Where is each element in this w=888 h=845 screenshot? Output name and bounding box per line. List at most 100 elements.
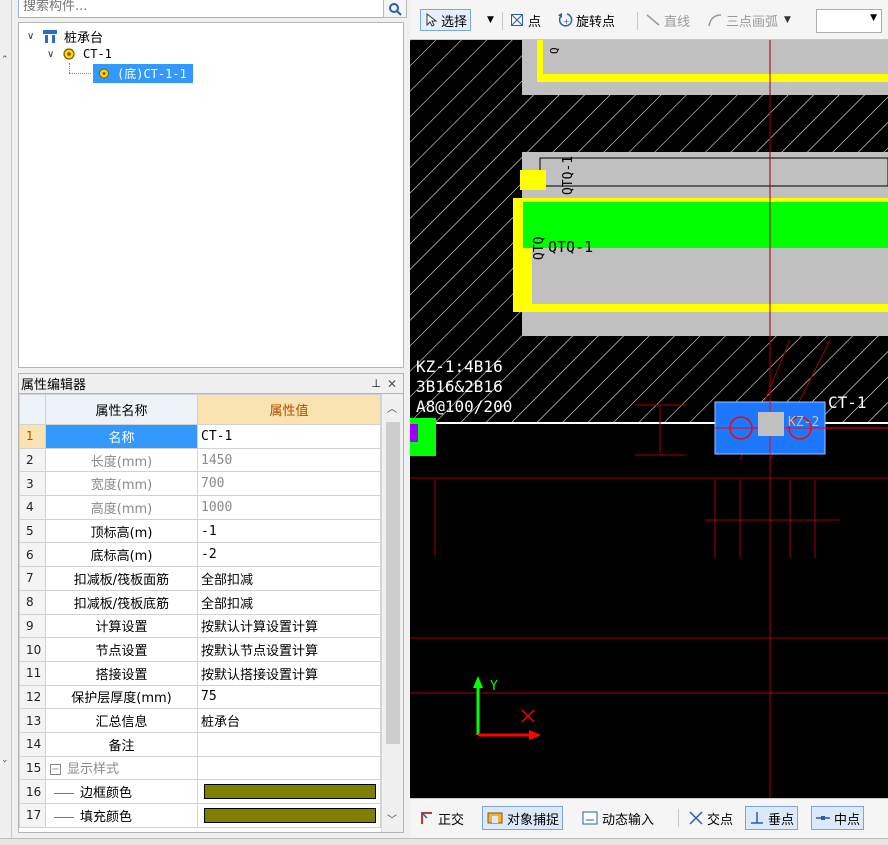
- select-label: 选择: [441, 14, 468, 30]
- table-row[interactable]: 9 计算设置 按默认计算设置计算: [19, 613, 381, 639]
- perpendicular-icon: [751, 812, 763, 824]
- pile-cap-label: CT-1: [828, 393, 867, 412]
- table-row[interactable]: 15 − 显示样式: [19, 755, 381, 781]
- property-name: 填充颜色: [45, 803, 198, 828]
- search-button[interactable]: [383, 0, 407, 18]
- select-tool-button[interactable]: 选择: [420, 9, 472, 31]
- property-value[interactable]: 按默认节点设置计算: [197, 637, 381, 662]
- expand-arrow-icon[interactable]: ⌃: [1, 55, 9, 65]
- property-value[interactable]: 全部扣减: [197, 589, 381, 615]
- property-value[interactable]: 75: [197, 684, 381, 710]
- property-name: 顶标高(m): [45, 518, 198, 544]
- wall-block-top[interactable]: Q: [522, 40, 888, 95]
- snap-label: 对象捕捉: [507, 812, 560, 828]
- tree-node-pile-cap[interactable]: ∨ 桩承台: [27, 27, 106, 46]
- color-swatch[interactable]: [204, 807, 376, 823]
- rotate-icon: +: [558, 13, 573, 27]
- row-number: 17: [19, 803, 46, 828]
- collapse-minus-icon[interactable]: −: [50, 764, 61, 776]
- property-value[interactable]: 1000: [197, 495, 381, 520]
- intersection-icon: [689, 811, 703, 825]
- property-name: 宽度(mm): [45, 471, 198, 497]
- property-name: 节点设置: [45, 637, 198, 662]
- border-color-value[interactable]: [197, 779, 381, 804]
- column-kz1[interactable]: [410, 418, 436, 456]
- column-label-kz2: KZ-2: [788, 415, 819, 430]
- property-value[interactable]: 按默认计算设置计算: [197, 613, 381, 639]
- property-value[interactable]: 700: [197, 471, 381, 497]
- intersection-snap[interactable]: 交点: [685, 806, 736, 830]
- table-row[interactable]: 2 长度(mm) 1450: [19, 447, 381, 473]
- left-collapse-strip[interactable]: ⌃ ⌄: [0, 0, 12, 845]
- select-dropdown[interactable]: ▼: [487, 9, 494, 31]
- statusbar-separator: [678, 809, 679, 827]
- tree-node-ct1-1[interactable]: (底)CT-1-1: [93, 63, 193, 83]
- point-label: 点: [528, 14, 542, 30]
- table-row[interactable]: 14 备注: [19, 731, 381, 757]
- table-row[interactable]: 8 扣减板/筏板底筋 全部扣减: [19, 589, 381, 615]
- table-row[interactable]: 6 底标高(m) -2: [19, 542, 381, 568]
- table-row[interactable]: 12 保护层厚度(mm) 75: [19, 684, 381, 710]
- chevron-down-icon[interactable]: ∨: [27, 31, 41, 42]
- dynamic-input-toggle[interactable]: 动态输入: [578, 806, 657, 830]
- property-value[interactable]: -2: [197, 542, 381, 568]
- cad-viewport[interactable]: Q QTQ-1 QTQ-1 QTQ CT-1 KZ-2 KZ-1:4B16 3B…: [410, 40, 888, 798]
- row-number: 4: [19, 495, 46, 520]
- gear-icon: [63, 48, 75, 60]
- ortho-toggle[interactable]: 正交: [416, 806, 467, 830]
- table-row[interactable]: 3 宽度(mm) 700: [19, 471, 381, 497]
- toolbar-combo[interactable]: ▼: [816, 9, 882, 33]
- perp-label: 垂点: [768, 812, 795, 828]
- color-swatch[interactable]: [204, 784, 376, 800]
- arc-tool-button[interactable]: 三点画弧 ▼: [707, 9, 791, 31]
- tree-label-ct1-1: (底)CT-1-1: [93, 63, 193, 83]
- group-label: 显示样式: [67, 762, 120, 778]
- property-value[interactable]: [197, 731, 381, 757]
- pin-icon[interactable]: ⊥: [371, 377, 381, 390]
- line-icon: [646, 14, 660, 26]
- table-row[interactable]: 11 搭接设置 按默认搭接设置计算: [19, 660, 381, 686]
- close-icon[interactable]: ✕: [387, 377, 397, 391]
- table-row[interactable]: 17 填充颜色: [19, 803, 381, 828]
- rotate-point-button[interactable]: + 旋转点: [557, 9, 615, 31]
- table-row[interactable]: 16 边框颜色: [19, 779, 381, 804]
- property-name: 扣减板/筏板底筋: [45, 589, 198, 615]
- column-header-value[interactable]: 属性值: [197, 394, 381, 425]
- line-tool-button[interactable]: 直线: [646, 9, 690, 31]
- row-number: 10: [19, 637, 46, 662]
- property-name-group[interactable]: − 显示样式: [45, 755, 198, 781]
- perpendicular-snap[interactable]: 垂点: [745, 806, 799, 830]
- chevron-down-icon[interactable]: ▼: [784, 15, 791, 25]
- table-row[interactable]: 1 名称 CT-1: [19, 424, 381, 449]
- cad-drawing[interactable]: Q QTQ-1 QTQ-1 QTQ CT-1 KZ-2 KZ-1:4B16 3B…: [410, 40, 888, 798]
- table-row[interactable]: 13 汇总信息 桩承台: [19, 708, 381, 733]
- table-row[interactable]: 5 顶标高(m) -1: [19, 518, 381, 544]
- table-row[interactable]: 7 扣减板/筏板面筋 全部扣减: [19, 566, 381, 591]
- property-value[interactable]: CT-1: [197, 424, 381, 449]
- scroll-down-icon[interactable]: ﹀: [387, 811, 397, 826]
- midpoint-snap[interactable]: 中点: [811, 806, 865, 830]
- column-header-name[interactable]: 属性名称: [45, 394, 198, 425]
- chevron-down-icon[interactable]: ∨: [47, 49, 61, 60]
- fill-color-value[interactable]: [197, 803, 381, 828]
- property-value[interactable]: 桩承台: [197, 708, 381, 733]
- search-input[interactable]: [23, 0, 353, 15]
- property-value[interactable]: 全部扣减: [197, 566, 381, 591]
- arc-icon: [708, 14, 722, 27]
- scroll-thumb[interactable]: [386, 422, 400, 744]
- scroll-up-icon[interactable]: ︿: [387, 400, 397, 415]
- chevron-down-icon: ▼: [870, 13, 877, 23]
- tree-connector: [69, 73, 91, 74]
- property-value[interactable]: 按默认搭接设置计算: [197, 660, 381, 686]
- grid-scrollbar[interactable]: ︿ ﹀: [381, 394, 403, 832]
- property-value[interactable]: 1450: [197, 447, 381, 473]
- object-snap-toggle[interactable]: 对象捕捉: [482, 806, 564, 830]
- table-row[interactable]: 4 高度(mm) 1000: [19, 495, 381, 520]
- tree-line: [54, 816, 74, 818]
- collapse-arrow-icon[interactable]: ⌄: [1, 755, 9, 765]
- table-row[interactable]: 10 节点设置 按默认节点设置计算: [19, 637, 381, 662]
- point-tool-button[interactable]: 点: [510, 9, 541, 31]
- tree-node-ct1[interactable]: ∨ CT-1: [47, 45, 115, 63]
- rebar-label-stirrup: A8@100/200: [416, 397, 512, 416]
- property-value[interactable]: -1: [197, 518, 381, 544]
